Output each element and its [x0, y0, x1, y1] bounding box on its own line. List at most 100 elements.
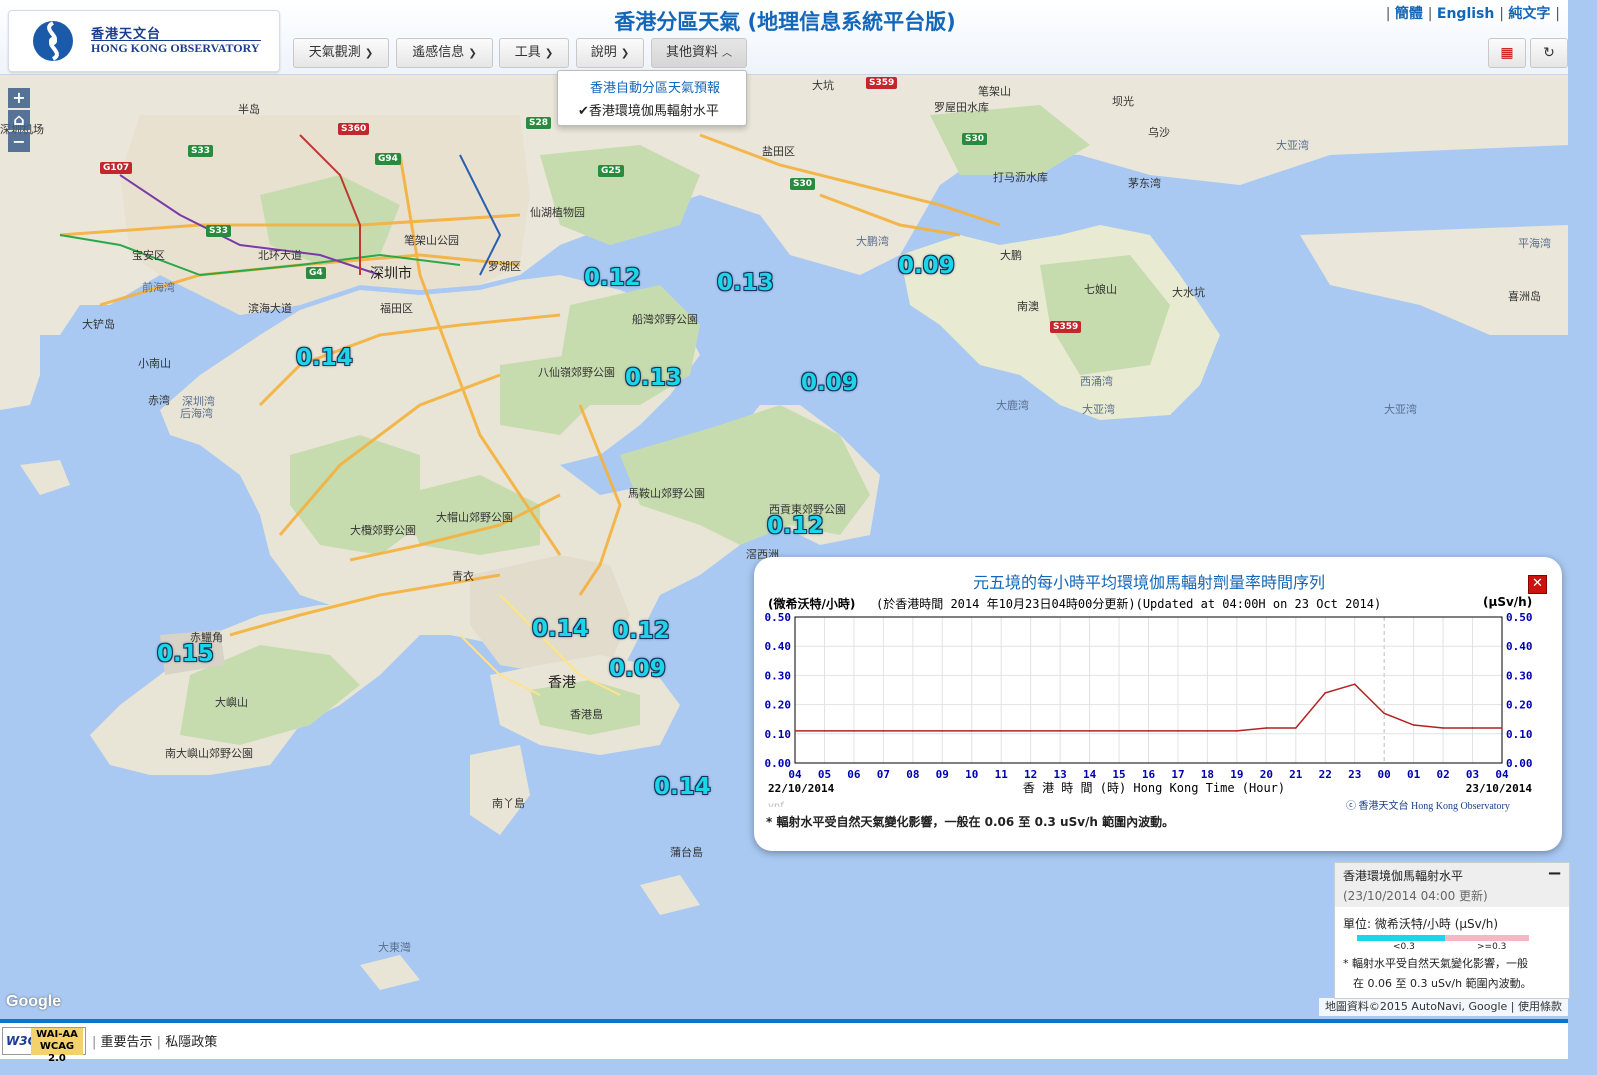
place-label: 福田区: [380, 302, 413, 315]
chart-point: [1029, 730, 1032, 732]
chart-ytick-label-left: 0.20: [765, 699, 792, 712]
chart-xtick-label: 22: [1319, 768, 1332, 781]
chart-point: [1265, 727, 1268, 729]
place-label: 大亚湾: [1384, 403, 1417, 416]
footer-links: | 重要告示 | 私隱政策: [92, 1031, 217, 1050]
wcag-line: WCAG 2.0: [39, 1041, 75, 1064]
place-label: 七娘山: [1084, 283, 1117, 296]
google-logo: Google: [6, 993, 62, 1010]
chart-xtick-label: 19: [1230, 768, 1243, 781]
place-label: 蒲台島: [670, 846, 703, 859]
checkmark-icon: ✔: [578, 104, 589, 119]
logo[interactable]: 香港天文台 HONG KONG OBSERVATORY: [8, 10, 280, 72]
chart-xtick-label: 05: [818, 768, 831, 781]
place-label: 香港島: [570, 708, 603, 721]
hko-logo-icon: [33, 21, 73, 61]
radiation-reading[interactable]: 0.09: [609, 656, 666, 682]
footer-link-notices[interactable]: 重要告示: [101, 1035, 153, 1050]
chart-xtick-label: 15: [1112, 768, 1125, 781]
chart-footnote: * 輻射水平受自然天氣變化影響，一般在 0.06 至 0.3 uSv/h 範圍內…: [766, 815, 1175, 829]
map-canvas[interactable]: S360 S28 S33 G94 G25 S30 S30 S359 S359 S…: [0, 75, 1568, 1019]
road-badge-s33-south: S33: [206, 225, 232, 237]
legend-collapse-button[interactable]: −: [1547, 863, 1562, 884]
chart-xtick-label: 06: [847, 768, 861, 781]
chart-xtick-label: 10: [965, 768, 978, 781]
menu-other-info[interactable]: 其他資料 ︿: [651, 38, 747, 68]
radiation-reading[interactable]: 0.15: [157, 641, 214, 667]
chart-ytick-label-left: 0.30: [765, 669, 792, 682]
radiation-reading[interactable]: 0.14: [296, 345, 353, 371]
menu-help[interactable]: 說明 ❯: [576, 38, 644, 68]
place-label: 北环大道: [258, 249, 302, 262]
radiation-reading[interactable]: 0.12: [584, 265, 641, 291]
legend-note: * 輻射水平受自然天氣變化影響，一般: [1343, 957, 1528, 970]
chart-xtick-label: 13: [1054, 768, 1067, 781]
chart-xtick-label: 11: [995, 768, 1009, 781]
refresh-button[interactable]: ↻: [1530, 38, 1568, 68]
radiation-reading[interactable]: 0.09: [801, 370, 858, 396]
place-label: 平海湾: [1518, 237, 1551, 250]
chart-point: [1294, 727, 1297, 729]
chart-ytick-label-right: 0.10: [1506, 728, 1533, 741]
chart-xtick-label: 03: [1466, 768, 1479, 781]
road-badge-s359: S359: [1050, 321, 1082, 333]
lang-link-english[interactable]: English: [1437, 6, 1494, 22]
wcag-badge[interactable]: W3C WAI-AA WCAG 2.0: [2, 1027, 86, 1064]
chart-xtick-label: 02: [1436, 768, 1449, 781]
chart-ytick-label-right: 0.00: [1506, 757, 1533, 770]
wcag-line: WAI-AA: [36, 1029, 78, 1040]
zoom-control: + ⌂ −: [8, 88, 30, 154]
chevron-down-icon: ❯: [468, 48, 477, 59]
radiation-reading[interactable]: 0.14: [532, 616, 589, 642]
place-label: 南大嶼山郊野公園: [165, 747, 253, 760]
menu-remote-sensing[interactable]: 遙感信息 ❯: [396, 38, 493, 68]
chart-point: [941, 730, 944, 732]
dropdown-item-regional-forecast[interactable]: 香港自動分區天氣預報: [590, 77, 720, 96]
dropdown-item-gamma-radiation[interactable]: ✔香港環境伽馬輻射水平: [578, 100, 719, 119]
road-badge-g94: G94: [375, 153, 401, 165]
zoom-in-button[interactable]: +: [8, 88, 30, 108]
map-base: [0, 75, 1568, 990]
place-label: 滨海大道: [248, 302, 292, 315]
place-label: 大東灣: [378, 941, 411, 954]
place-label: 大铲岛: [82, 318, 115, 331]
place-label: 南澳: [1017, 300, 1039, 313]
radiation-reading[interactable]: 0.13: [625, 365, 682, 391]
place-label: 罗湖区: [488, 260, 521, 273]
lang-link-text-only[interactable]: 純文字: [1508, 6, 1550, 22]
chart-point: [1353, 683, 1356, 685]
print-button[interactable]: ▦: [1488, 38, 1526, 68]
separator: |: [1385, 6, 1395, 22]
map-attribution[interactable]: 地圖資料©2015 AutoNavi, Google | 使用條款: [1318, 998, 1568, 1016]
radiation-reading[interactable]: 0.12: [613, 618, 670, 644]
radiation-reading[interactable]: 0.14: [654, 774, 711, 800]
lang-link-simplified[interactable]: 簡體: [1395, 6, 1423, 22]
chart-plot: 0.00 0.00 0.10 0.10 0.20 0.20 0.30 0.30 0.40 0.40…: [765, 611, 1533, 807]
separator: |: [1427, 6, 1437, 22]
chart-point: [1000, 730, 1003, 732]
menu-tools[interactable]: 工具 ❯: [499, 38, 569, 68]
chart-xtick-label: 21: [1289, 768, 1303, 781]
place-label: 盐田区: [762, 145, 795, 158]
logo-en-text: HONG KONG OBSERVATORY: [91, 41, 260, 55]
place-label: 半岛: [238, 103, 260, 116]
home-icon[interactable]: ⌂: [8, 110, 30, 130]
place-label: 香港: [548, 675, 576, 691]
chart-title: 元五境的每小時平均環境伽馬輻射劑量率時間序列: [972, 573, 1325, 592]
radiation-reading[interactable]: 0.12: [767, 513, 824, 539]
close-icon[interactable]: ✕: [1528, 575, 1547, 594]
menu-weather-observation[interactable]: 天氣觀測 ❯: [293, 38, 389, 68]
place-label: 大水坑: [1172, 286, 1205, 299]
place-label: 赤湾: [148, 394, 170, 407]
place-label: 大鹏湾: [856, 235, 889, 248]
road-badge-g4: G4: [306, 267, 326, 279]
chevron-down-icon: ❯: [544, 48, 554, 59]
radiation-reading[interactable]: 0.13: [717, 270, 774, 296]
place-label: 深圳市: [370, 266, 412, 282]
menu-label: 工具: [514, 45, 541, 60]
road-badge-s28: S28: [526, 117, 552, 129]
radiation-reading[interactable]: 0.09: [898, 253, 955, 279]
zoom-out-button[interactable]: −: [8, 132, 30, 152]
footer-link-privacy[interactable]: 私隱政策: [165, 1035, 217, 1050]
chart-point: [1177, 730, 1179, 732]
